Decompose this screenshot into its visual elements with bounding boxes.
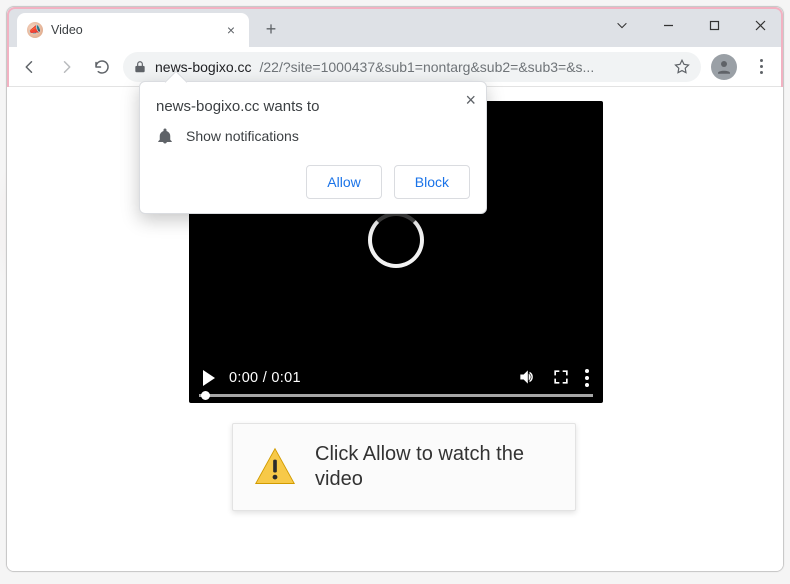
prompt-buttons: Allow Block — [156, 165, 470, 199]
forward-button[interactable] — [51, 52, 81, 82]
back-button[interactable] — [15, 52, 45, 82]
window-maximize-button[interactable] — [691, 7, 737, 43]
new-tab-button[interactable]: + — [257, 15, 285, 43]
bookmark-star-icon[interactable] — [673, 58, 691, 76]
address-host: news-bogixo.cc — [155, 59, 252, 75]
instruction-text: Click Allow to watch the video — [315, 442, 555, 492]
notification-permission-prompt: × news-bogixo.cc wants to Show notificat… — [139, 81, 487, 214]
prompt-permission-label: Show notifications — [186, 128, 299, 144]
tab-close-icon[interactable]: × — [223, 22, 239, 38]
video-progress-bar[interactable] — [199, 394, 593, 397]
window-controls — [599, 7, 783, 47]
bell-icon — [156, 127, 174, 145]
block-button[interactable]: Block — [394, 165, 470, 199]
tab-title: Video — [51, 23, 215, 37]
browser-tab[interactable]: 📣 Video × — [17, 13, 249, 47]
play-button[interactable] — [203, 370, 215, 386]
loading-spinner-icon — [368, 212, 424, 268]
window-close-button[interactable] — [737, 7, 783, 43]
warning-icon — [253, 445, 297, 489]
instruction-card: Click Allow to watch the video — [232, 423, 576, 511]
page-content: 0:00 / 0:01 × news-bogixo.cc wants to — [7, 87, 783, 571]
allow-button[interactable]: Allow — [306, 165, 381, 199]
volume-button[interactable] — [517, 367, 537, 390]
prompt-origin-text: news-bogixo.cc wants to — [156, 98, 470, 115]
browser-menu-button[interactable] — [747, 59, 775, 74]
progress-knob[interactable] — [201, 391, 210, 400]
profile-avatar[interactable] — [711, 54, 737, 80]
prompt-close-icon[interactable]: × — [465, 90, 476, 111]
reload-button[interactable] — [87, 52, 117, 82]
fullscreen-button[interactable] — [551, 367, 571, 390]
address-path: /22/?site=1000437&sub1=nontarg&sub2=&sub… — [260, 59, 595, 75]
video-more-button[interactable] — [585, 369, 589, 387]
titlebar: 📣 Video × + — [7, 7, 783, 47]
prompt-permission-row: Show notifications — [156, 127, 470, 145]
lock-icon[interactable] — [133, 60, 147, 74]
window-minimize-button[interactable] — [645, 7, 691, 43]
browser-window: 📣 Video × + — [6, 6, 784, 572]
video-time: 0:00 / 0:01 — [229, 370, 301, 386]
address-bar[interactable]: news-bogixo.cc/22/?site=1000437&sub1=non… — [123, 52, 701, 82]
caption-dropdown-button[interactable] — [599, 7, 645, 43]
kebab-icon — [760, 59, 763, 74]
tab-favicon: 📣 — [27, 22, 43, 38]
